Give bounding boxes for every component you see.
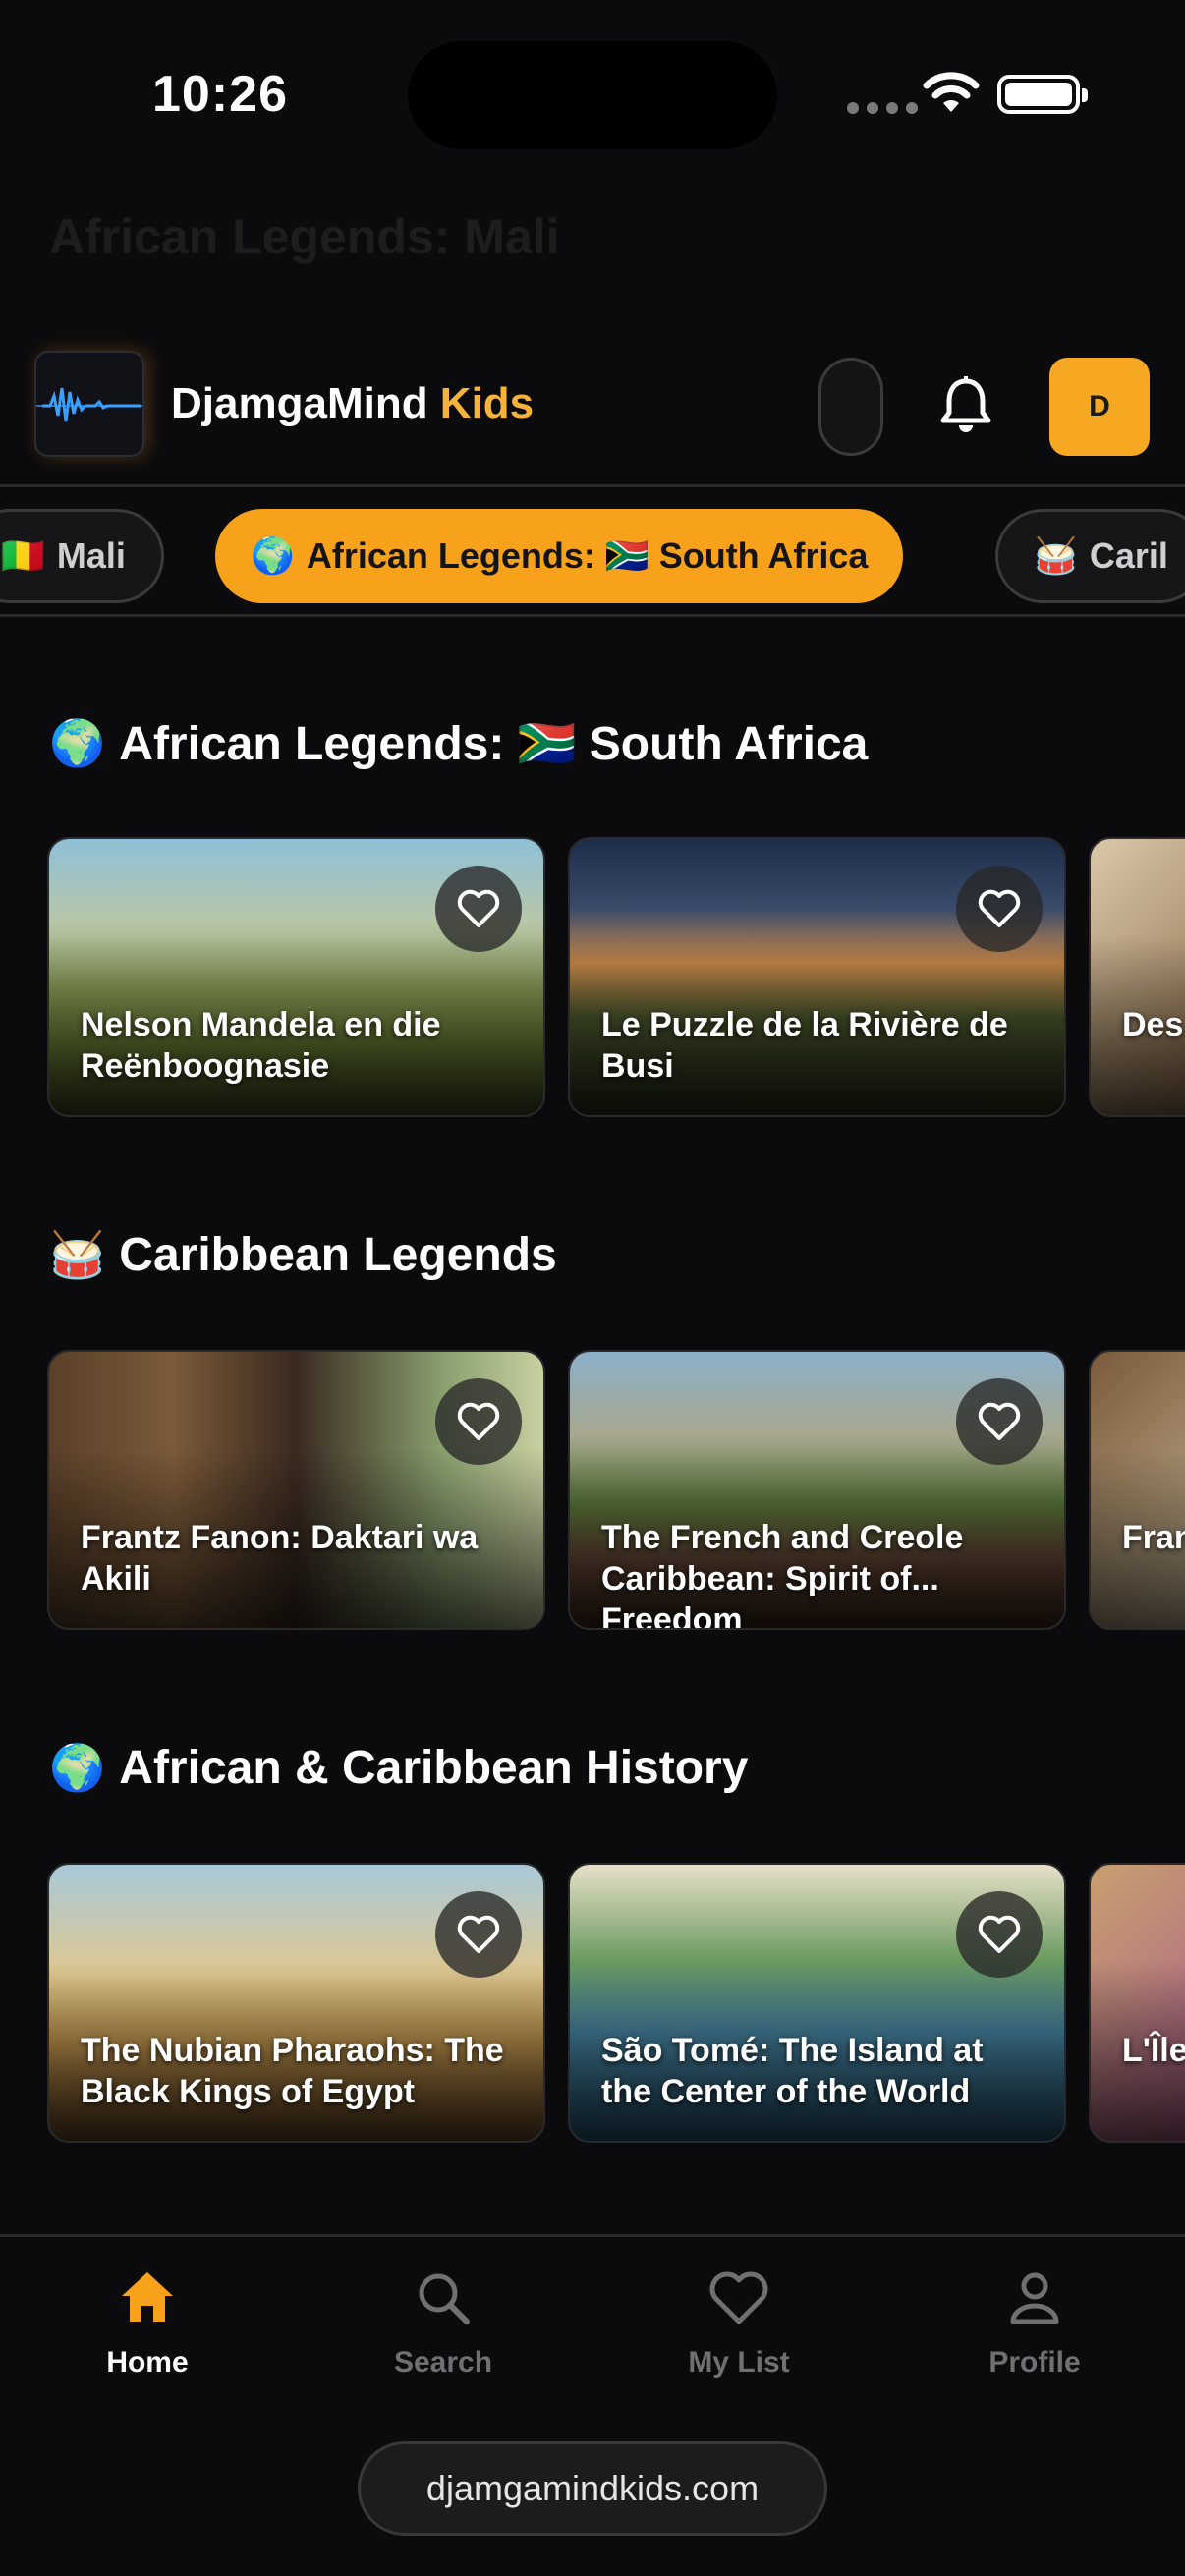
- favorite-button[interactable]: [956, 1891, 1043, 1978]
- story-card[interactable]: L'Île du S: [1089, 1863, 1185, 2143]
- chip-mali[interactable]: 🇲🇱 Mali: [0, 509, 164, 603]
- wifi-icon: [923, 72, 980, 112]
- story-card[interactable]: Nelson Mandela en die Reënboognasie: [47, 837, 545, 1117]
- drum-icon: 🥁: [49, 1228, 106, 1281]
- category-chips: 🇲🇱 Mali 🌍 African Legends: 🇿🇦 South Afri…: [0, 499, 1185, 617]
- heart-icon: [457, 1402, 500, 1440]
- mali-flag-icon: 🇲🇱: [1, 536, 45, 577]
- favorite-button[interactable]: [956, 866, 1043, 952]
- chip-label: Caril: [1089, 535, 1168, 576]
- tab-label: Home: [106, 2346, 189, 2379]
- carousel-caribbean-legends[interactable]: Frantz Fanon: Daktari wa Akili The Frenc…: [0, 1350, 1185, 1635]
- profile-icon: [1010, 2272, 1059, 2324]
- toggle-pill-button[interactable]: [818, 358, 883, 456]
- card-title: Fran a: [1122, 1519, 1185, 1556]
- tab-search[interactable]: Search: [345, 2267, 541, 2380]
- card-title: The French and Creole Caribbean: Spirit …: [601, 1519, 964, 1630]
- battery-icon: [997, 75, 1088, 114]
- story-card[interactable]: Le Puzzle de la Rivière de Busi: [568, 837, 1066, 1117]
- ghost-section-title: African Legends: Mali: [49, 209, 560, 264]
- status-bar: 10:26: [0, 0, 1185, 187]
- heart-icon: [978, 889, 1021, 927]
- card-title: Nelson Mandela en die Reënboognasie: [81, 1006, 441, 1085]
- favorite-button[interactable]: [435, 1378, 522, 1465]
- heart-icon: [457, 1915, 500, 1953]
- tab-profile[interactable]: Profile: [936, 2267, 1133, 2380]
- story-card[interactable]: São Tomé: The Island at the Center of th…: [568, 1863, 1066, 2143]
- dynamic-island: [408, 41, 777, 149]
- section-title-history: 🌍 African & Caribbean History: [49, 1741, 749, 1794]
- favorite-button[interactable]: [435, 866, 522, 952]
- heart-icon: [457, 889, 500, 927]
- story-card[interactable]: Frantz Fanon: Daktari wa Akili: [47, 1350, 545, 1630]
- app-title: DjamgaMind Kids: [171, 379, 535, 427]
- favorite-button[interactable]: [956, 1378, 1043, 1465]
- carousel-history[interactable]: The Nubian Pharaohs: The Black Kings of …: [0, 1863, 1185, 2148]
- card-title: Le Puzzle de la Rivière de Busi: [601, 1006, 1008, 1085]
- status-time: 10:26: [152, 66, 288, 123]
- tab-home[interactable]: Home: [49, 2267, 246, 2380]
- card-title: L'Île du S: [1122, 2032, 1185, 2069]
- chip-caribbean[interactable]: 🥁 Caril: [995, 509, 1185, 603]
- chip-african-legends-south-africa[interactable]: 🌍 African Legends: 🇿🇦 South Africa: [215, 509, 904, 603]
- tab-label: My List: [688, 2346, 790, 2379]
- section-title-caribbean-legends: 🥁 Caribbean Legends: [49, 1228, 557, 1281]
- carousel-south-africa[interactable]: Nelson Mandela en die Reënboognasie Le P…: [0, 837, 1185, 1122]
- search-icon: [419, 2273, 470, 2324]
- section-title-south-africa: 🌍 African Legends: 🇿🇦 South Africa: [49, 716, 869, 770]
- globe-icon: 🌍: [49, 1741, 106, 1794]
- tab-my-list[interactable]: My List: [641, 2267, 837, 2380]
- tab-label: Search: [393, 2346, 493, 2379]
- url-bar[interactable]: djamgamindkids.com: [358, 2441, 827, 2536]
- card-title: Frantz Fanon: Daktari wa Akili: [81, 1519, 479, 1597]
- card-title: Des Piis-: [1122, 1006, 1185, 1043]
- chip-label: African Legends: 🇿🇦 South Africa: [306, 535, 869, 576]
- bell-icon[interactable]: [933, 373, 998, 438]
- heart-icon: [978, 1402, 1021, 1440]
- home-icon: [122, 2272, 173, 2322]
- card-title: São Tomé: The Island at the Center of th…: [601, 2032, 984, 2110]
- chip-label: Mali: [56, 535, 126, 576]
- tab-label: Profile: [988, 2346, 1081, 2379]
- favorite-button[interactable]: [435, 1891, 522, 1978]
- drum-icon: 🥁: [1034, 536, 1078, 577]
- cellular-signal-icon: [847, 102, 918, 114]
- globe-icon: 🌍: [251, 536, 295, 577]
- story-card[interactable]: The French and Creole Caribbean: Spirit …: [568, 1350, 1066, 1630]
- heart-icon: [978, 1915, 1021, 1953]
- story-card[interactable]: Des Piis-: [1089, 837, 1185, 1117]
- card-title: The Nubian Pharaohs: The Black Kings of …: [81, 2032, 504, 2110]
- story-card[interactable]: Fran a: [1089, 1350, 1185, 1630]
- app-logo[interactable]: [34, 351, 144, 457]
- user-avatar[interactable]: D: [1049, 358, 1150, 456]
- story-card[interactable]: The Nubian Pharaohs: The Black Kings of …: [47, 1863, 545, 2143]
- heart-icon: [709, 2271, 768, 2324]
- globe-icon: 🌍: [49, 716, 106, 769]
- app-header: DjamgaMind Kids D: [0, 324, 1185, 487]
